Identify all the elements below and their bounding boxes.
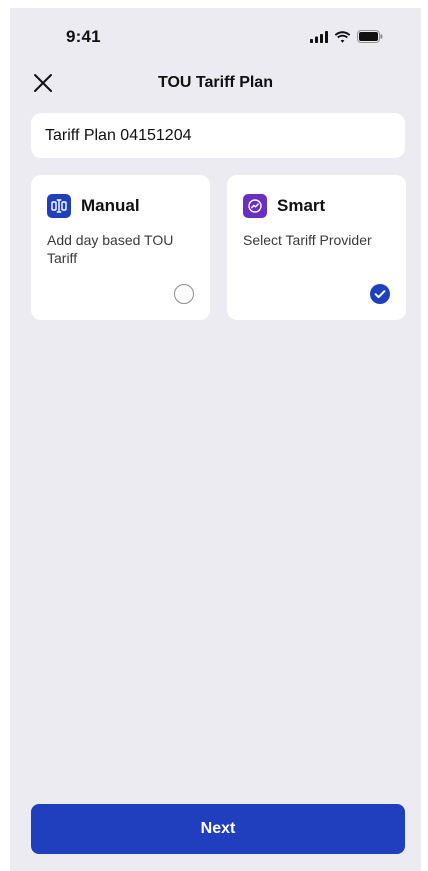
screen: 9:41 TOU Tariff Plan Tariff Plan 0415120… [10,8,421,871]
battery-icon [357,30,383,43]
status-bar: 9:41 [10,8,421,52]
smart-option-description: Select Tariff Provider [243,232,372,248]
status-icons [310,30,383,43]
next-button[interactable]: Next [31,804,405,854]
smart-tariff-icon [243,194,267,218]
manual-option-card[interactable]: Manual Add day based TOU Tariff [31,175,210,320]
smart-option-title: Smart [277,196,326,215]
manual-tariff-icon [47,194,71,218]
status-time: 9:41 [66,27,101,46]
wifi-icon [334,30,351,43]
smart-radio-button[interactable] [370,284,390,304]
page-title: TOU Tariff Plan [158,74,273,91]
checkmark-icon [370,284,390,304]
plan-name-input[interactable] [31,113,405,158]
cellular-signal-icon [310,30,328,43]
manual-option-description: Add day based TOU Tariff [47,232,174,266]
manual-option-title: Manual [81,196,140,215]
smart-option-card[interactable]: Smart Select Tariff Provider [227,175,406,320]
manual-radio-button[interactable] [174,284,194,304]
